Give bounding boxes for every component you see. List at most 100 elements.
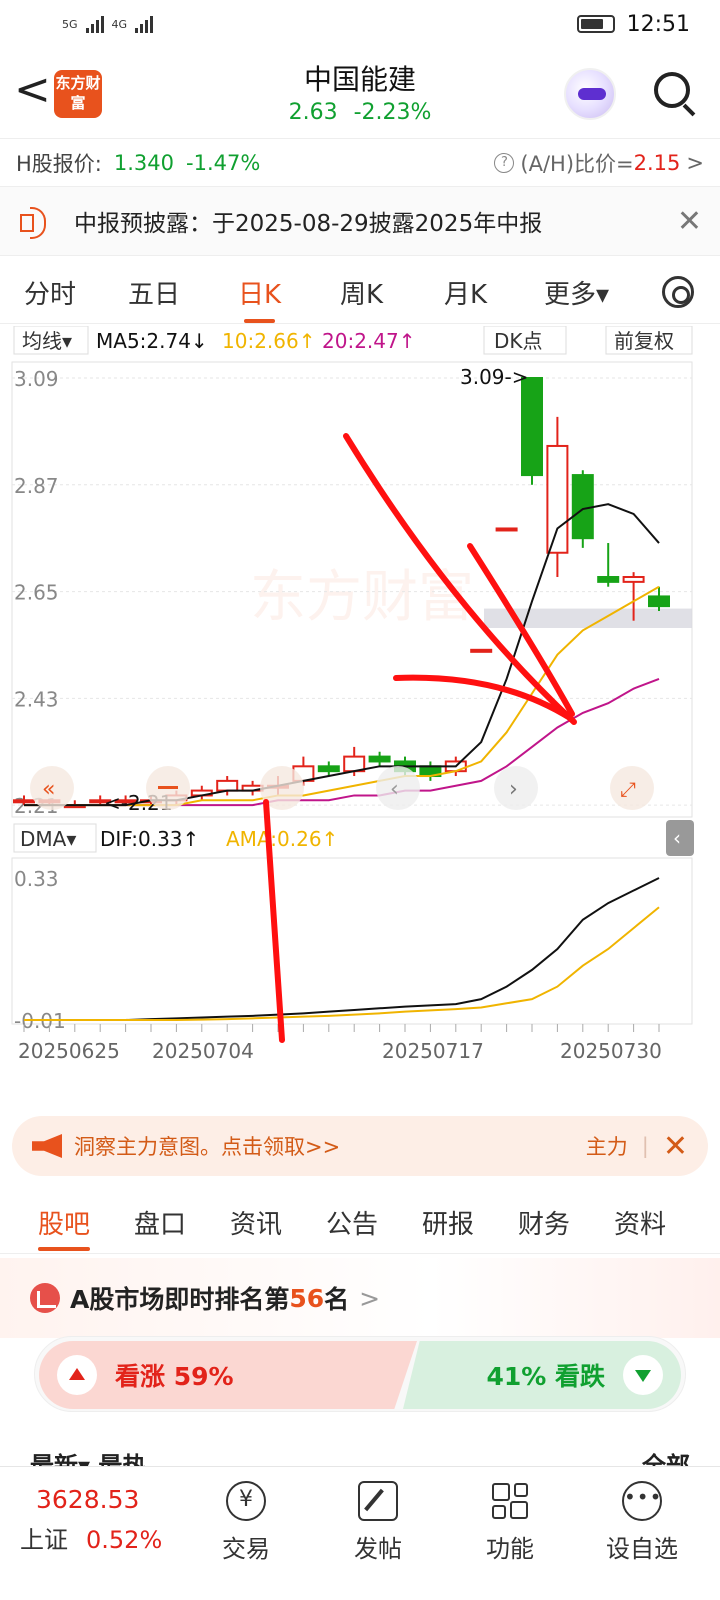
candle-body: [622, 576, 645, 583]
index-value: 3628.53: [36, 1485, 140, 1514]
y-tick-label: 3.09: [14, 367, 59, 391]
ah-ratio[interactable]: ? (A/H)比价= 2.15 >: [494, 148, 704, 178]
search-icon[interactable]: [654, 72, 690, 108]
tab-daily-k[interactable]: 日K: [238, 274, 281, 323]
x-tick-label: 20250704: [152, 1039, 254, 1063]
chevron-right-icon: >: [359, 1283, 381, 1313]
candle-body: [470, 648, 493, 653]
tab-profile[interactable]: 资料: [614, 1204, 666, 1241]
market-rank[interactable]: A股市场即时排名第 56 名 >: [0, 1258, 720, 1338]
chevron-left-icon: ‹: [390, 777, 399, 802]
arrow-down-icon: [623, 1355, 663, 1395]
expand-icon: ⤢: [620, 777, 636, 801]
bullish-vote-button[interactable]: 看涨 59%: [39, 1341, 417, 1409]
dk-label[interactable]: DK点: [494, 329, 543, 353]
adjust-label[interactable]: 前复权: [614, 329, 674, 353]
high-annotation: 3.09->: [460, 365, 529, 389]
ah-label: (A/H)比价=: [520, 151, 634, 176]
kline-chart[interactable]: 均线▾ MA5:2.74↓ 10:2.66↑ 20:2.47↑ DK点 前复权 …: [0, 326, 720, 1096]
ama-line: [24, 906, 660, 1021]
indicator-tick-label: 0.33: [14, 867, 59, 891]
candle-body: [648, 595, 670, 608]
index-change: 0.52%: [86, 1526, 163, 1554]
tab-more[interactable]: 更多▾: [544, 274, 609, 311]
ama-label: AMA:0.26↑: [226, 827, 338, 851]
battery-icon: [576, 15, 615, 33]
stock-price: 2.63: [288, 100, 338, 125]
tab-news[interactable]: 资讯: [230, 1204, 282, 1241]
help-icon[interactable]: ?: [494, 152, 515, 173]
more-dots-icon: •••: [622, 1481, 662, 1521]
nav-watchlist[interactable]: ••• 设自选: [592, 1481, 692, 1564]
nav-trade-label: 交易: [222, 1535, 270, 1563]
content-tabs: 股吧 盘口 资讯 公告 研报 财务 资料: [0, 1190, 720, 1254]
notice-text: 中报预披露：于2025-08-29披露2025年中报: [74, 211, 543, 237]
y-tick-label: 2.65: [14, 581, 59, 605]
rank-number: 56: [289, 1283, 325, 1313]
signal2-icon: [135, 15, 154, 33]
x-axis: 20250625 20250704 20250717 20250730: [18, 1024, 662, 1063]
minus-icon: [158, 786, 178, 789]
nav-post[interactable]: 发帖: [328, 1481, 428, 1564]
chevron-right-icon: ›: [509, 777, 518, 802]
bearish-vote-button[interactable]: 41% 看跌: [403, 1341, 681, 1409]
tab-research[interactable]: 研报: [422, 1204, 474, 1241]
network2-label: 4G: [111, 17, 128, 31]
close-icon[interactable]: ✕: [663, 1129, 688, 1164]
yen-exchange-icon: ¥: [226, 1481, 266, 1521]
x-tick-label: 20250625: [18, 1039, 120, 1063]
x-tick-label: 20250730: [560, 1039, 662, 1063]
indicator-lines: [24, 877, 660, 1021]
tab-monthly-k[interactable]: 月K: [444, 274, 487, 311]
assistant-robot-icon[interactable]: [564, 68, 616, 120]
tab-intraday[interactable]: 分时: [24, 274, 76, 311]
tab-finance[interactable]: 财务: [518, 1204, 570, 1241]
close-icon[interactable]: ✕: [677, 204, 702, 239]
app-logo[interactable]: 东方财富: [54, 70, 102, 118]
edit-icon: [358, 1481, 398, 1521]
ma-select[interactable]: 均线▾: [22, 329, 72, 353]
candle-body: [597, 576, 620, 583]
nav-features[interactable]: 功能: [460, 1481, 560, 1564]
h-share-quote[interactable]: H股报价: 1.340 -1.47% ? (A/H)比价= 2.15 >: [0, 138, 720, 186]
grid-icon: [490, 1481, 530, 1521]
candle-body: [216, 779, 239, 792]
gear-icon[interactable]: [662, 276, 694, 308]
index-ticker[interactable]: 3628.53 上证 0.52%: [20, 1485, 200, 1555]
ma20-label: 20:2.47↑: [322, 329, 415, 353]
rank-icon: [30, 1283, 60, 1313]
logo-text: 东方财富: [55, 74, 101, 112]
notice-bar[interactable]: 中报预披露：于2025-08-29披露2025年中报 ✕: [0, 186, 720, 256]
tab-pankou[interactable]: 盘口: [134, 1204, 186, 1241]
candle-body: [13, 799, 35, 804]
signal-icon: [85, 15, 104, 33]
stock-quote: 2.63 -2.23%: [210, 100, 510, 125]
tab-weekly-k[interactable]: 周K: [340, 274, 383, 311]
nav-trade[interactable]: ¥ 交易: [196, 1481, 296, 1564]
back-button[interactable]: <: [14, 68, 51, 116]
indicator-grid: 0.33-0.01: [14, 867, 66, 1033]
indicator-frame: [11, 857, 693, 1025]
h-share-price: 1.340: [113, 150, 174, 175]
tab-guba[interactable]: 股吧: [38, 1204, 91, 1251]
promo-banner[interactable]: 洞察主力意图。点击领取>> 主力 | ✕: [12, 1116, 708, 1176]
chevron-left-small-icon: ‹: [673, 826, 681, 850]
speaker-icon: [18, 206, 52, 239]
x-tick-label: 20250717: [382, 1039, 484, 1063]
bearish-label: 41% 看跌: [486, 1362, 605, 1391]
h-share-label: H股报价:: [16, 151, 102, 176]
nav-watchlist-label: 设自选: [606, 1535, 678, 1563]
tab-announcements[interactable]: 公告: [326, 1204, 378, 1241]
rank-suffix: 名: [324, 1285, 350, 1314]
network-label: 5G: [62, 17, 78, 31]
tab-five-day[interactable]: 五日: [128, 274, 180, 311]
candle-body: [521, 377, 543, 477]
megaphone-icon: [32, 1134, 62, 1158]
h-share-change: -1.47%: [186, 150, 261, 175]
double-chevron-left-icon: «: [42, 777, 55, 802]
indicator-select[interactable]: DMA▾: [20, 827, 76, 851]
y-tick-label: 2.43: [14, 687, 59, 711]
candle-body: [317, 765, 340, 773]
dif-label: DIF:0.33↑: [100, 827, 199, 851]
y-tick-label: 2.87: [14, 474, 59, 498]
